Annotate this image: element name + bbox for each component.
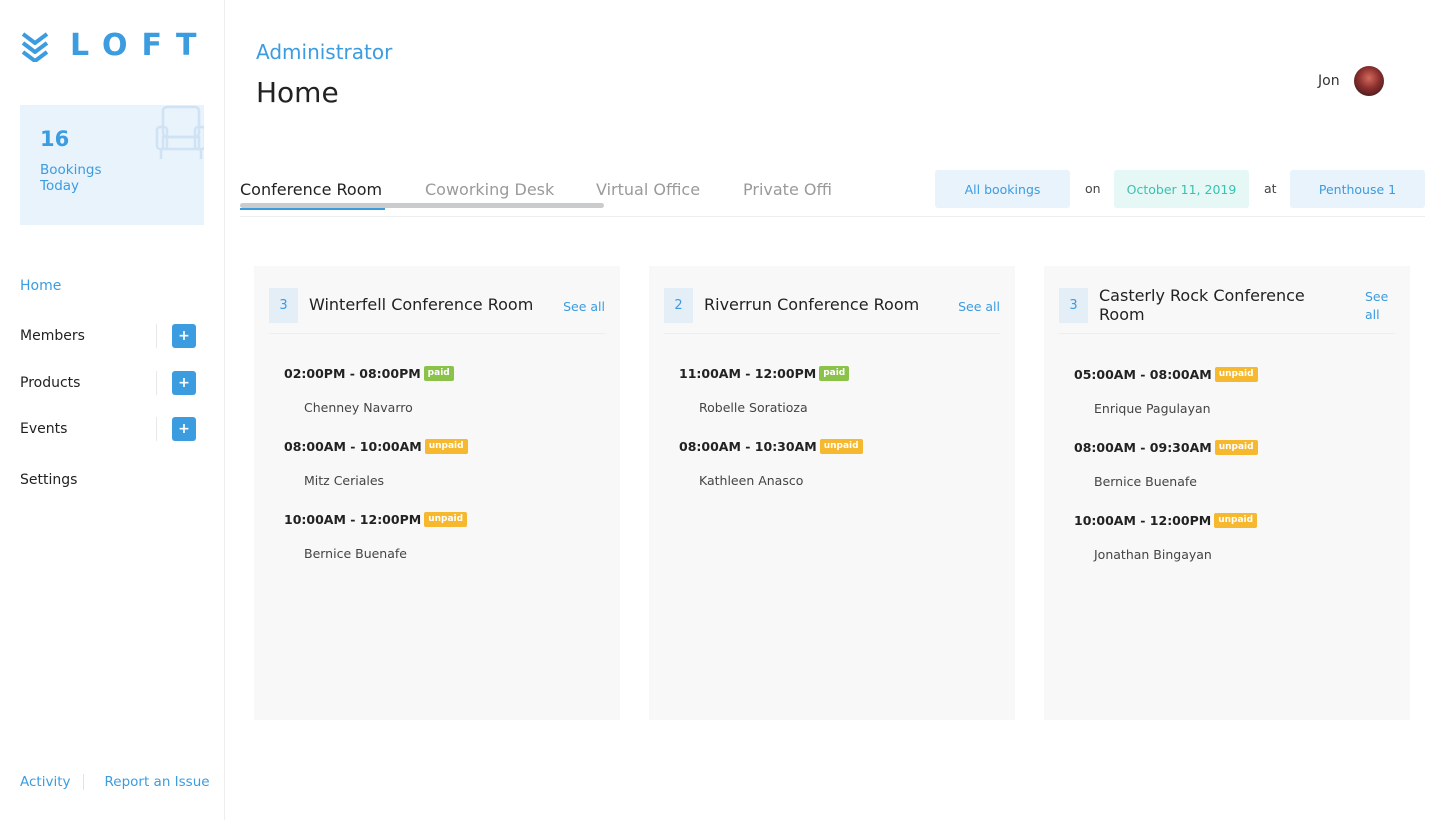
nav-item-products-label: Products [20, 375, 81, 391]
room-card-header: 3 Casterly Rock Conference Room See all [1059, 286, 1395, 334]
booking-guest: Mitz Ceriales [304, 473, 385, 488]
room-name: Riverrun Conference Room [704, 295, 920, 314]
see-all-link[interactable]: See all [563, 298, 605, 316]
logo-text: LOFT [70, 28, 211, 63]
armchair-icon [154, 105, 204, 167]
booking-time-text: 08:00AM - 10:30AM [679, 439, 817, 454]
tab-coworking-desk[interactable]: Coworking Desk [425, 180, 554, 199]
tab-virtual-office[interactable]: Virtual Office [596, 180, 700, 199]
on-label: on [1085, 181, 1101, 196]
booking-guest: Robelle Soratioza [699, 400, 808, 415]
bookings-filter[interactable]: All bookings [935, 170, 1070, 208]
booking-time[interactable]: 08:00AM - 09:30AM unpaid [1074, 440, 1258, 455]
see-all-link[interactable]: See all [1365, 288, 1395, 324]
plus-icon: + [178, 375, 190, 391]
nav-item-events[interactable]: Events + [20, 413, 205, 445]
room-card-header: 2 Riverrun Conference Room See all [664, 288, 1000, 334]
booking-time[interactable]: 10:00AM - 12:00PM unpaid [284, 512, 468, 527]
footer-divider [82, 774, 84, 790]
booking-time-text: 08:00AM - 09:30AM [1074, 440, 1212, 455]
plus-icon: + [178, 421, 190, 437]
booking-time-text: 10:00AM - 12:00PM [1074, 513, 1212, 528]
add-product-button[interactable]: + [172, 371, 196, 395]
tab-conference-room[interactable]: Conference Room [240, 180, 382, 199]
date-filter[interactable]: October 11, 2019 [1114, 170, 1249, 208]
app-root: LOFT 16 Bookings Today Home Members + Pr… [0, 0, 1440, 820]
nav-divider [156, 324, 157, 348]
status-badge: unpaid [1214, 440, 1258, 455]
booking-time[interactable]: 11:00AM - 12:00PM paid [679, 366, 850, 381]
status-badge: unpaid [1214, 513, 1258, 528]
status-badge: paid [819, 366, 850, 381]
booking-time-text: 10:00AM - 12:00PM [284, 512, 422, 527]
status-badge: paid [423, 366, 454, 381]
nav-divider [156, 417, 157, 441]
logo[interactable]: LOFT [20, 28, 211, 63]
bookings-today-count: 16 [40, 127, 70, 151]
room-card: 2 Riverrun Conference Room See all 11:00… [649, 266, 1015, 720]
room-card: 3 Winterfell Conference Room See all 02:… [254, 266, 620, 720]
booking-count-badge: 3 [269, 288, 298, 323]
booking-guest: Kathleen Anasco [699, 473, 804, 488]
booking-guest: Bernice Buenafe [304, 546, 407, 561]
user-role: Administrator [256, 40, 393, 64]
booking-guest: Bernice Buenafe [1094, 474, 1197, 489]
bookings-today-card: 16 Bookings Today [20, 105, 204, 225]
active-tab-indicator [240, 208, 385, 210]
booking-guest: Enrique Pagulayan [1094, 401, 1211, 416]
booking-time[interactable]: 08:00AM - 10:30AM unpaid [679, 439, 863, 454]
tab-private-office[interactable]: Private Offi [743, 180, 832, 199]
user-menu[interactable]: Jon [1318, 66, 1384, 96]
activity-link[interactable]: Activity [20, 774, 71, 790]
nav-item-products[interactable]: Products + [20, 367, 205, 399]
room-name: Winterfell Conference Room [309, 295, 534, 314]
booking-count-badge: 3 [1059, 288, 1088, 323]
nav-item-settings[interactable]: Settings [20, 464, 205, 496]
nav-divider [156, 371, 157, 395]
booking-count-badge: 2 [664, 288, 693, 323]
plus-icon: + [178, 328, 190, 344]
booking-time-text: 02:00PM - 08:00PM [284, 366, 421, 381]
tabs-viewport: Conference Room Coworking Desk Virtual O… [240, 166, 840, 206]
nav-item-members-label: Members [20, 328, 85, 344]
nav-item-events-label: Events [20, 421, 68, 437]
location-filter[interactable]: Penthouse 1 [1290, 170, 1425, 208]
page-title: Home [256, 76, 339, 109]
nav-item-settings-label: Settings [20, 472, 78, 488]
at-label: at [1264, 181, 1277, 196]
add-member-button[interactable]: + [172, 324, 196, 348]
booking-time-text: 11:00AM - 12:00PM [679, 366, 817, 381]
avatar[interactable] [1353, 66, 1384, 96]
see-all-link[interactable]: See all [958, 298, 1000, 316]
add-event-button[interactable]: + [172, 417, 196, 441]
booking-guest: Chenney Navarro [304, 400, 413, 415]
booking-guest: Jonathan Bingayan [1094, 547, 1212, 562]
booking-time[interactable]: 08:00AM - 10:00AM unpaid [284, 439, 468, 454]
nav-item-members[interactable]: Members + [20, 320, 205, 352]
status-badge: unpaid [819, 439, 863, 454]
sidebar: LOFT 16 Bookings Today Home Members + Pr… [0, 0, 225, 820]
sidebar-footer: Activity Report an Issue [20, 774, 210, 790]
booking-time-text: 05:00AM - 08:00AM [1074, 367, 1212, 382]
nav-item-home[interactable]: Home [20, 270, 205, 302]
booking-time[interactable]: 10:00AM - 12:00PM unpaid [1074, 513, 1258, 528]
room-card: 3 Casterly Rock Conference Room See all … [1044, 266, 1410, 720]
report-issue-link[interactable]: Report an Issue [105, 774, 210, 790]
booking-time[interactable]: 02:00PM - 08:00PM paid [284, 366, 454, 381]
user-name: Jon [1318, 73, 1340, 89]
nav-item-home-label: Home [20, 278, 62, 294]
room-name: Casterly Rock Conference Room [1099, 286, 1305, 324]
booking-time-text: 08:00AM - 10:00AM [284, 439, 422, 454]
status-badge: unpaid [424, 512, 468, 527]
status-badge: unpaid [1214, 367, 1258, 382]
room-card-header: 3 Winterfell Conference Room See all [269, 288, 605, 334]
booking-time[interactable]: 05:00AM - 08:00AM unpaid [1074, 367, 1258, 382]
status-badge: unpaid [424, 439, 468, 454]
bookings-today-label: Bookings Today [40, 162, 102, 194]
stacked-chevrons-icon [20, 30, 50, 62]
